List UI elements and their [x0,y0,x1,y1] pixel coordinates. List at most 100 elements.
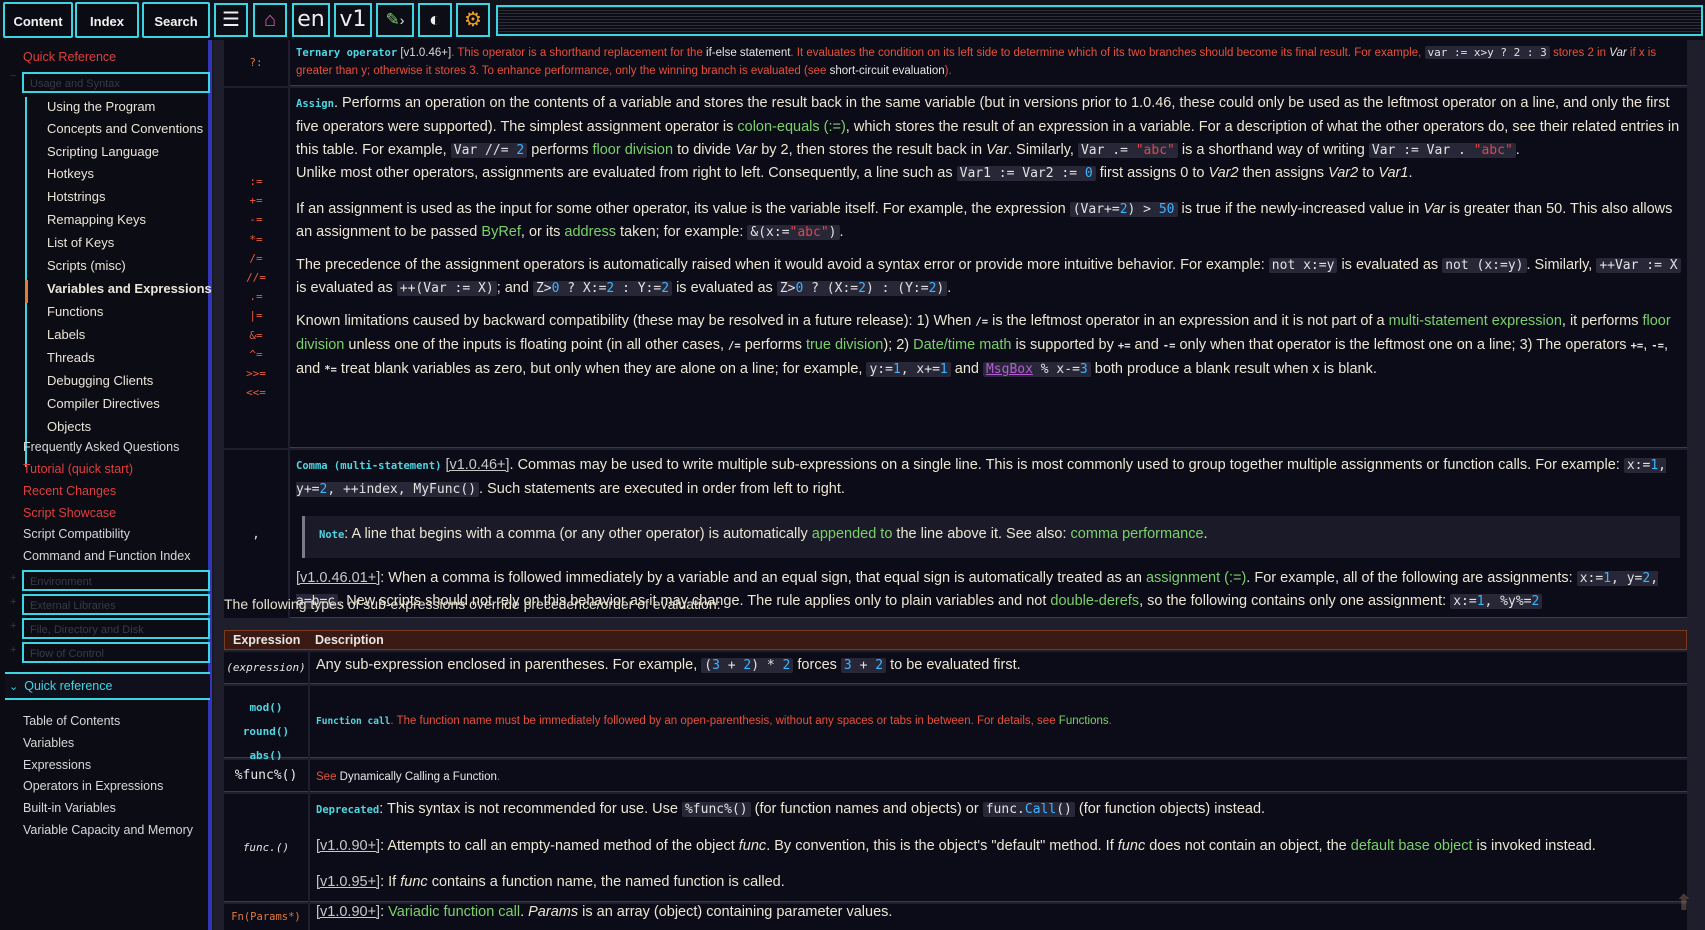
assign-paragraph-4: The precedence of the assignment operato… [296,254,1682,300]
text: performs [740,337,806,353]
version-tag[interactable]: [v1.0.46+] [445,457,509,473]
tab-index[interactable]: Index [75,2,139,38]
text: : If [380,874,401,890]
expand-icon[interactable]: + [10,572,16,584]
sidebar-item-variables-expressions[interactable]: Variables and Expressions [47,281,212,296]
sidebar-item-faq[interactable]: Frequently Asked Questions [23,440,179,454]
sidebar-item-hotkeys[interactable]: Hotkeys [47,166,94,181]
table-row-expression: (expression) [224,652,308,684]
home-icon[interactable]: ⌂ [253,3,287,37]
sidebar-item-objects[interactable]: Objects [47,419,91,434]
var-word: func [400,874,428,890]
text: Unlike most other operators, assignments… [296,165,953,181]
code-snippet: ++Var := X [1596,258,1681,273]
sidebar-item-operators[interactable]: Operators in Expressions [23,779,163,793]
sidebar-item-threads[interactable]: Threads [47,350,95,365]
expand-icon[interactable]: + [10,620,16,632]
text: , so the following contains only one ass… [1139,593,1451,609]
text: (for function objects) instead. [1074,801,1266,817]
sidebar-item-compiler-directives[interactable]: Compiler Directives [47,396,160,411]
version-tag[interactable]: [v1.0.95+] [316,874,380,890]
menu-icon[interactable]: ☰ [214,3,248,37]
sidebar-item-scripts-misc[interactable]: Scripts (misc) [47,258,126,273]
deprecated-label: Deprecated [316,804,380,816]
link-variadic-call[interactable]: Variadic function call [388,904,520,920]
text: . The function name must be immediately … [390,715,1059,727]
link-default-base-object[interactable]: default base object [1351,838,1473,854]
link-dynamic-call[interactable]: Dynamically Calling a Function [340,771,497,783]
sidebar-section-quick-reference[interactable]: ⌄ Quick reference [5,672,210,700]
link-multi-statement[interactable]: multi-statement expression [1389,313,1562,329]
version-tag[interactable]: [v1.0.90+] [316,904,380,920]
sidebar-item-tutorial[interactable]: Tutorial (quick start) [23,462,133,476]
collapse-icon[interactable]: − [10,70,16,82]
settings-gear-icon[interactable]: ⚙ [456,3,490,37]
version-tag[interactable]: [v1.0.46.01+] [296,570,380,586]
link-if-else[interactable]: if-else statement [706,47,790,59]
sidebar-folder-flow-of-control[interactable]: Flow of Control [22,642,210,663]
sidebar-item-functions[interactable]: Functions [47,304,103,319]
sidebar-item-expressions[interactable]: Expressions [23,758,91,772]
code-snippet: (Var+=2) > 50 [1069,202,1178,217]
language-button[interactable]: en [292,3,330,37]
func-dot-paragraph-2: [v1.0.95+]: If func contains a function … [316,871,1682,894]
table-row-dynamic-call: %func%() [224,760,308,792]
code-snippet: y:=1, x+=1 [866,362,951,377]
expand-icon[interactable]: + [10,596,16,608]
link-true-division[interactable]: true division [806,337,883,353]
tab-search[interactable]: Search [142,2,210,38]
sidebar-folder-usage-syntax[interactable]: Usage and Syntax [22,72,210,93]
link-colon-equals[interactable]: colon-equals (:=) [737,119,845,135]
link-double-derefs[interactable]: double-derefs [1050,593,1139,609]
link-appended-to[interactable]: appended to [812,526,893,542]
version-button[interactable]: v1 [334,3,372,37]
edit-icon[interactable]: ✎› [376,3,414,37]
table-row-expression-desc: Any sub-expression enclosed in parenthes… [310,652,1687,684]
sidebar-item-script-showcase[interactable]: Script Showcase [23,506,116,520]
text: is evaluated as [672,280,777,296]
link-date-time-math[interactable]: Date/time math [913,337,1011,353]
operator-inline: += [1117,340,1131,352]
link-floor-division[interactable]: floor division [592,142,673,158]
sidebar-item-using-the-program[interactable]: Using the Program [47,99,155,114]
comma-paragraph-1: Comma (multi-statement) [v1.0.46+]. Comm… [296,454,1682,501]
sidebar-item-concepts[interactable]: Concepts and Conventions [47,121,203,136]
link-functions[interactable]: Functions [1059,715,1109,727]
sidebar-item-variables[interactable]: Variables [23,736,74,750]
tab-content[interactable]: Content [3,2,73,38]
expand-icon[interactable]: + [10,644,16,656]
sidebar-folder-external-libraries[interactable]: External Libraries [22,594,210,615]
sidebar-item-table-of-contents[interactable]: Table of Contents [23,714,120,728]
scroll-to-top-icon[interactable]: ⬆ [1675,890,1693,916]
sidebar-item-scripting-language[interactable]: Scripting Language [47,144,159,159]
column-header-description: Description [315,633,384,647]
version-tag[interactable]: [v1.0.90+] [316,838,380,854]
link-assignment[interactable]: assignment (:=) [1146,570,1246,586]
sidebar-item-built-in-variables[interactable]: Built-in Variables [23,801,116,815]
text: : When a comma is followed immediately b… [380,570,1146,586]
sidebar-item-variable-capacity[interactable]: Variable Capacity and Memory [23,823,193,837]
text: to be evaluated first. [886,657,1021,673]
code-snippet: not x:=y [1268,258,1338,273]
sidebar-item-remapping-keys[interactable]: Remapping Keys [47,212,146,227]
sidebar-folder-file-directory[interactable]: File, Directory and Disk [22,618,210,639]
link-address[interactable]: address [564,224,616,240]
sidebar-item-hotstrings[interactable]: Hotstrings [47,189,106,204]
comma-label: Comma (multi-statement) [296,460,442,472]
link-short-circuit[interactable]: short-circuit evaluation [830,65,945,77]
sidebar-item-list-of-keys[interactable]: List of Keys [47,235,114,250]
sidebar-item-command-function-index[interactable]: Command and Function Index [23,549,190,563]
sidebar-folder-environment[interactable]: Environment [22,570,210,591]
sidebar-item-quick-reference[interactable]: Quick Reference [23,50,116,64]
sidebar-item-script-compatibility[interactable]: Script Compatibility [23,527,130,541]
text: Known limitations caused by backward com… [296,313,976,329]
text: forces [793,657,841,673]
sidebar-item-recent-changes[interactable]: Recent Changes [23,484,116,498]
text: is invoked instead. [1472,838,1596,854]
sidebar-item-debugging-clients[interactable]: Debugging Clients [47,373,153,388]
link-comma-performance[interactable]: comma performance [1071,526,1204,542]
link-byref[interactable]: ByRef [481,224,521,240]
theme-contrast-icon[interactable]: ◐ [418,3,452,37]
text: Any sub-expression enclosed in parenthes… [316,657,702,673]
sidebar-item-labels[interactable]: Labels [47,327,85,342]
